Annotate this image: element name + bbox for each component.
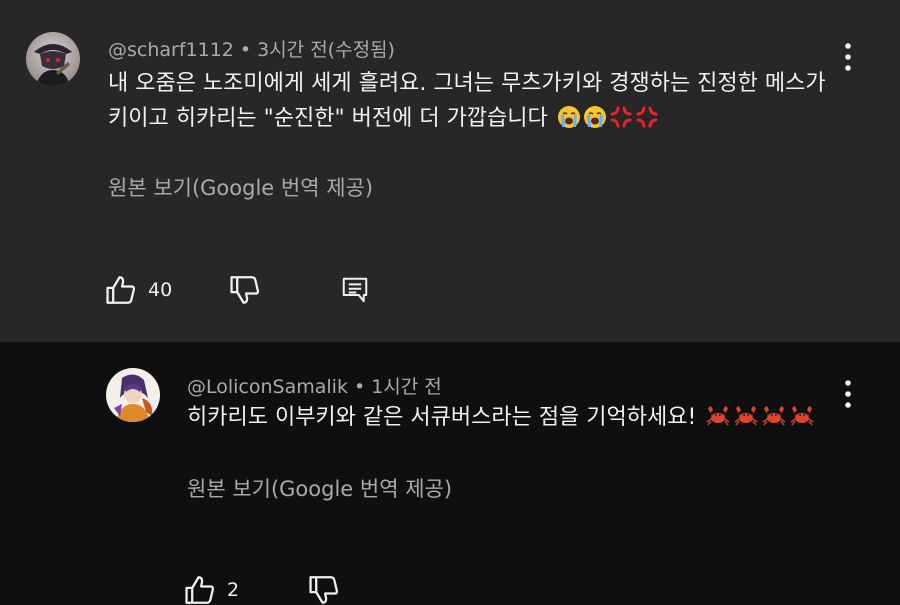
- like-button[interactable]: 40: [104, 272, 172, 308]
- meta-separator: •: [353, 376, 366, 398]
- comment-body: 히카리도 이부키와 같은 서큐버스라는 점을 기억하세요!: [187, 405, 697, 430]
- comment-body: 내 오줌은 노조미에게 세게 흘려요. 그녀는 무츠가키와 경쟁하는 진정한 메…: [108, 71, 826, 131]
- reply-button[interactable]: [340, 272, 370, 308]
- comment: @scharf1112 • 3시간 전(수정됨) 내 오줌은 노조미에게 세게 흘려…: [0, 0, 900, 342]
- comment-timestamp[interactable]: 1시간 전: [371, 376, 442, 398]
- thumbs-up-icon: [185, 576, 215, 604]
- see-original-link[interactable]: 원본 보기(Google 번역 제공): [187, 473, 452, 503]
- comment-timestamp[interactable]: 3시간 전(수정됨): [257, 39, 395, 61]
- dislike-button[interactable]: [307, 572, 341, 605]
- author-name[interactable]: @scharf1112: [108, 39, 234, 61]
- comment-meta: @scharf1112 • 3시간 전(수정됨): [108, 35, 395, 62]
- meta-separator: •: [239, 39, 252, 61]
- reply-icon: [342, 277, 368, 303]
- kebab-icon: [845, 380, 851, 408]
- thumbs-up-icon: [106, 276, 136, 304]
- avatar[interactable]: [106, 368, 160, 422]
- dislike-button[interactable]: [228, 272, 262, 308]
- thumbs-down-icon: [309, 576, 339, 604]
- comment-text: 내 오줌은 노조미에게 세게 흘려요. 그녀는 무츠가키와 경쟁하는 진정한 메…: [108, 66, 828, 140]
- like-button[interactable]: 2: [183, 572, 239, 605]
- crab-icon: [705, 404, 731, 439]
- comment-thread: @scharf1112 • 3시간 전(수정됨) 내 오줌은 노조미에게 세게 흘려…: [0, 0, 900, 605]
- author-name[interactable]: @LoliconSamalik: [187, 376, 348, 398]
- crab-icon: [733, 404, 759, 439]
- crab-icon: [789, 404, 815, 439]
- comment-text: 히카리도 이부키와 같은 서큐버스라는 점을 기억하세요!: [187, 400, 867, 439]
- like-count: 40: [148, 279, 173, 301]
- comment-meta: @LoliconSamalik • 1시간 전: [187, 372, 442, 399]
- like-count: 2: [227, 579, 240, 601]
- crying-face-icon: [557, 105, 581, 140]
- avatar[interactable]: [26, 32, 80, 86]
- thumbs-down-icon: [230, 276, 260, 304]
- crab-icon: [761, 404, 787, 439]
- more-options-button[interactable]: [836, 375, 860, 415]
- kebab-icon: [845, 43, 851, 71]
- reply-comment: @LoliconSamalik • 1시간 전 히카리도 이부키와 같은 서큐버스라…: [0, 342, 900, 605]
- anger-symbol-icon: [635, 105, 659, 140]
- see-original-link[interactable]: 원본 보기(Google 번역 제공): [108, 172, 373, 202]
- anger-symbol-icon: [609, 105, 633, 140]
- more-options-button[interactable]: [836, 38, 860, 78]
- crying-face-icon: [583, 105, 607, 140]
